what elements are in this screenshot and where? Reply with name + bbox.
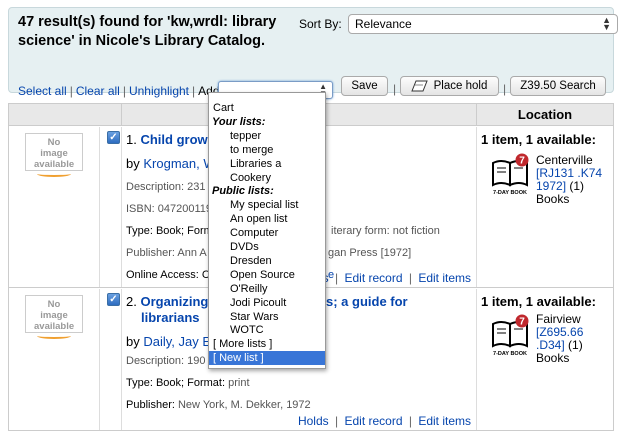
svg-text:7-DAY BOOK: 7-DAY BOOK [493, 190, 527, 196]
dropdown-option[interactable]: WOTC [209, 323, 325, 337]
amazon-smile-icon [37, 171, 71, 177]
edit-items-link[interactable]: Edit items [418, 271, 471, 285]
dropdown-option[interactable]: tepper [209, 129, 325, 143]
dropdown-group-label: Your lists: [212, 115, 266, 128]
separator: | [408, 271, 412, 285]
availability: 1 item, 1 available: [481, 294, 596, 309]
description: Description: 190 [126, 355, 206, 367]
select-checkbox[interactable]: ✓ [107, 293, 120, 306]
dropdown-option[interactable]: to merge [209, 143, 325, 157]
unhighlight-link[interactable]: Unhighlight [129, 84, 189, 98]
save-button[interactable]: Save [341, 76, 388, 96]
result-title-link[interactable]: s; a guide for [326, 294, 408, 309]
holds-link[interactable]: Holds [298, 414, 329, 428]
separator: | [408, 414, 412, 428]
z3950-search-button[interactable]: Z39.50 Search [510, 76, 606, 96]
table-header-cover [9, 104, 122, 126]
dropdown-option[interactable]: Libraries a [209, 157, 325, 171]
checkbox-cell [100, 289, 122, 430]
amazon-smile-icon [37, 333, 71, 339]
dropdown-option[interactable]: Jodi Picoult [209, 296, 325, 310]
dropdown-option[interactable]: My special list [209, 198, 325, 212]
place-hold-button[interactable]: Place hold [400, 76, 499, 96]
edit-items-link[interactable]: Edit items [418, 414, 471, 428]
dropdown-option[interactable]: [ New list ] [209, 351, 325, 366]
literary-form: iterary form: not fiction [331, 225, 440, 237]
separator: | [335, 271, 339, 285]
publisher-label: Publisher: [126, 399, 175, 411]
results-heading: 47 result(s) found for 'kw,wrdl: library… [18, 14, 277, 49]
separator: | [503, 82, 507, 96]
publisher: Publisher: Ann A [126, 247, 207, 259]
separator: | [335, 414, 339, 428]
separator: | [69, 84, 73, 98]
result-title-link[interactable]: librarians [141, 310, 200, 325]
dropdown-option[interactable]: O'Reilly [209, 282, 325, 296]
publisher-tail: gan Press [1972] [328, 247, 412, 259]
sortby-value: Relevance [355, 17, 412, 31]
description: Description: 231 [126, 181, 206, 193]
results-toolbar: Select all|Clear all|Unhighlight|Add to: [18, 84, 236, 98]
dropdown-group-label: Public lists: [212, 185, 274, 198]
dropdown-option[interactable]: DVDs [209, 240, 325, 254]
dropdown-option[interactable]: Open Source [209, 268, 325, 282]
edit-record-link[interactable]: Edit record [344, 271, 402, 285]
isbn: ISBN: 047200119 [126, 203, 213, 215]
dropdown-option[interactable]: An open list [209, 212, 325, 226]
separator: | [122, 84, 126, 98]
holding-location: Fairview [Z695.66 .D34] (1) Books [536, 313, 606, 365]
result-title-link[interactable]: Child grow [140, 132, 207, 147]
seven-day-book-icon: 7 7-DAY BOOK [492, 153, 529, 196]
dropdown-option[interactable]: Star Wars [209, 310, 325, 324]
publisher: New York, M. Dekker, 1972 [177, 399, 311, 411]
item-count: (1) [568, 338, 583, 352]
dropdown-option[interactable]: Cookery [209, 171, 325, 185]
dropdown-option[interactable]: Computer [209, 226, 325, 240]
item-type: Books [536, 351, 570, 365]
separator: | [192, 84, 196, 98]
seven-day-book-icon: 7 7-DAY BOOK [492, 314, 529, 357]
sortby-select[interactable]: Relevance ▲ ▼ [348, 14, 618, 34]
clear-all-link[interactable]: Clear all [76, 84, 120, 98]
no-image-placeholder: No image available [25, 133, 83, 177]
no-image-placeholder: No image available [25, 295, 83, 339]
place-hold-icon [411, 80, 428, 92]
checkbox-cell [100, 127, 122, 287]
add-to-dropdown-list: Cart Your lists: tepper to merge Libraries a… [208, 92, 326, 369]
separator: | [393, 82, 397, 96]
type-format: Type: Book; Format: [126, 377, 226, 389]
author-link[interactable]: Daily, Jay E [143, 334, 211, 349]
place-hold-label: Place hold [433, 80, 488, 92]
author-link[interactable]: Krogman, W [143, 156, 215, 171]
online-access: Online Access: C [126, 269, 210, 281]
by-prefix: by [126, 334, 140, 349]
svg-text:7: 7 [519, 156, 525, 167]
results-header: 47 result(s) found for 'kw,wrdl: library… [8, 7, 618, 99]
dropdown-option[interactable]: Dresden [209, 254, 325, 268]
dropdown-option[interactable]: [ More lists ] [209, 337, 325, 351]
branch-name: Centerville [536, 153, 593, 167]
svg-text:7: 7 [519, 317, 525, 328]
dropdown-option[interactable]: Cart [209, 101, 325, 115]
item-type: Books [536, 192, 570, 206]
edit-record-link[interactable]: Edit record [344, 414, 402, 428]
item-count: (1) [569, 179, 585, 193]
format-value: print [228, 377, 250, 389]
result-number: 2. [126, 294, 137, 309]
result-title-link[interactable]: Organizing [140, 294, 208, 309]
table-header-location: Location [477, 104, 613, 126]
svg-text:7-DAY BOOK: 7-DAY BOOK [493, 351, 527, 357]
availability: 1 item, 1 available: [481, 132, 596, 147]
result-number: 1. [126, 132, 137, 147]
select-checkbox[interactable]: ✓ [107, 131, 120, 144]
sortby-label: Sort By: [299, 17, 342, 31]
holding-location: Centerville [RJ131 .K74 1972] (1) Books [536, 154, 606, 206]
by-prefix: by [126, 156, 140, 171]
branch-name: Fairview [536, 312, 581, 326]
select-all-link[interactable]: Select all [18, 84, 67, 98]
select-arrows-icon: ▲▼ [602, 15, 611, 32]
